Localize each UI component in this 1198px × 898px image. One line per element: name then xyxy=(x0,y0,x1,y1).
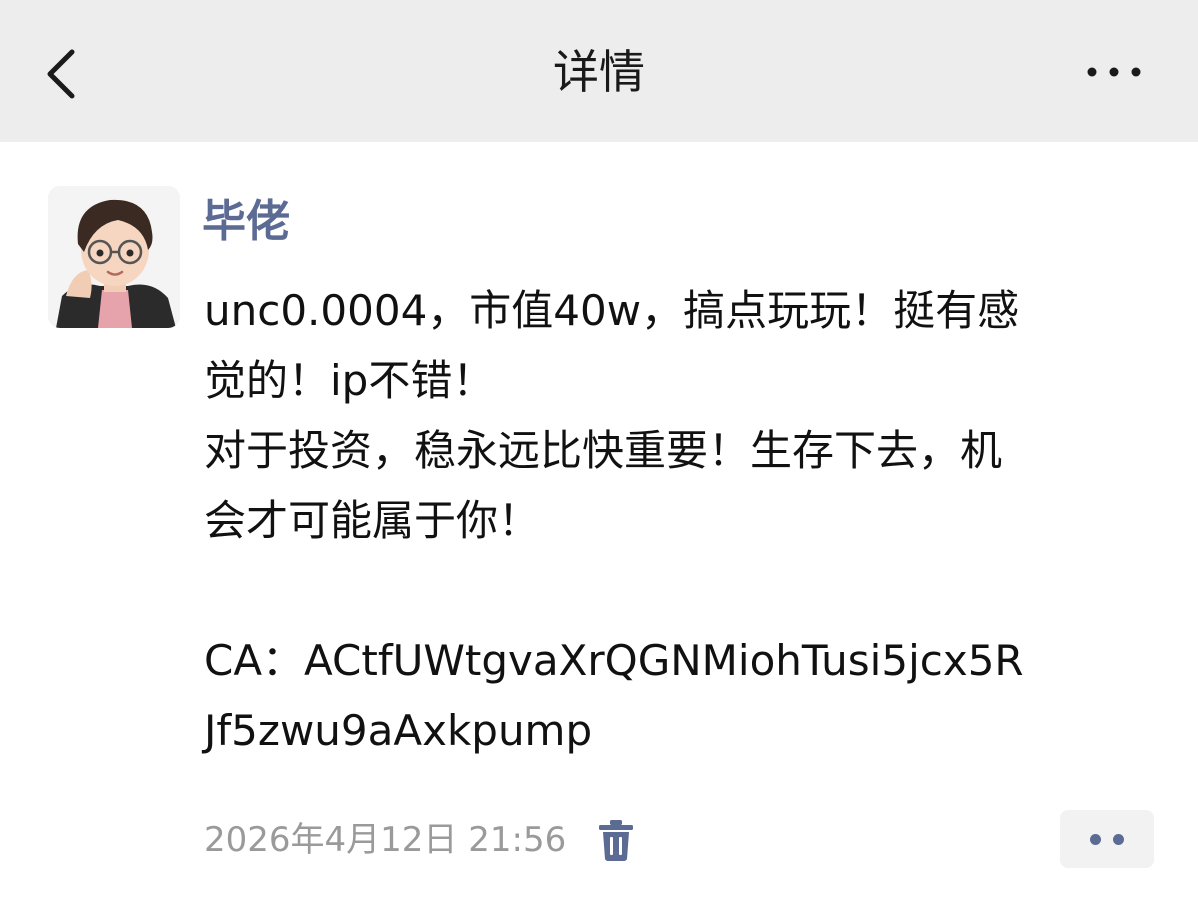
author-name[interactable]: 毕佬 xyxy=(202,192,290,252)
avatar[interactable] xyxy=(48,186,180,328)
top-bar: 详情 xyxy=(0,0,1198,142)
delete-button[interactable] xyxy=(596,818,636,862)
post-text-line: 觉的！ip不错！ xyxy=(204,356,495,405)
ellipsis-icon xyxy=(1087,67,1141,77)
post-text-line: 对于投资，稳永远比快重要！生存下去，机 xyxy=(204,426,1003,475)
dot-icon xyxy=(1113,834,1124,845)
post-timestamp: 2026年4月12日 21:56 xyxy=(204,820,567,860)
page-title: 详情 xyxy=(553,45,645,99)
like-comment-button[interactable] xyxy=(1060,810,1154,868)
post-content: unc0.0004，市值40w，搞点玩玩！挺有感 觉的！ip不错！ 对于投资，稳… xyxy=(204,276,1164,766)
more-options-button[interactable] xyxy=(1078,52,1150,92)
post-text-line: unc0.0004，市值40w，搞点玩玩！挺有感 xyxy=(204,286,1020,335)
cartoon-avatar-icon xyxy=(48,186,180,328)
post-contract-line: CA：ACtfUWtgvaXrQGNMiohTusi5jcx5R xyxy=(204,636,1024,685)
post-text-line: 会才可能属于你！ xyxy=(204,496,541,545)
dot-icon xyxy=(1090,834,1101,845)
trash-icon xyxy=(599,820,633,861)
post-contract-line: Jf5zwu9aAxkpump xyxy=(204,706,593,755)
